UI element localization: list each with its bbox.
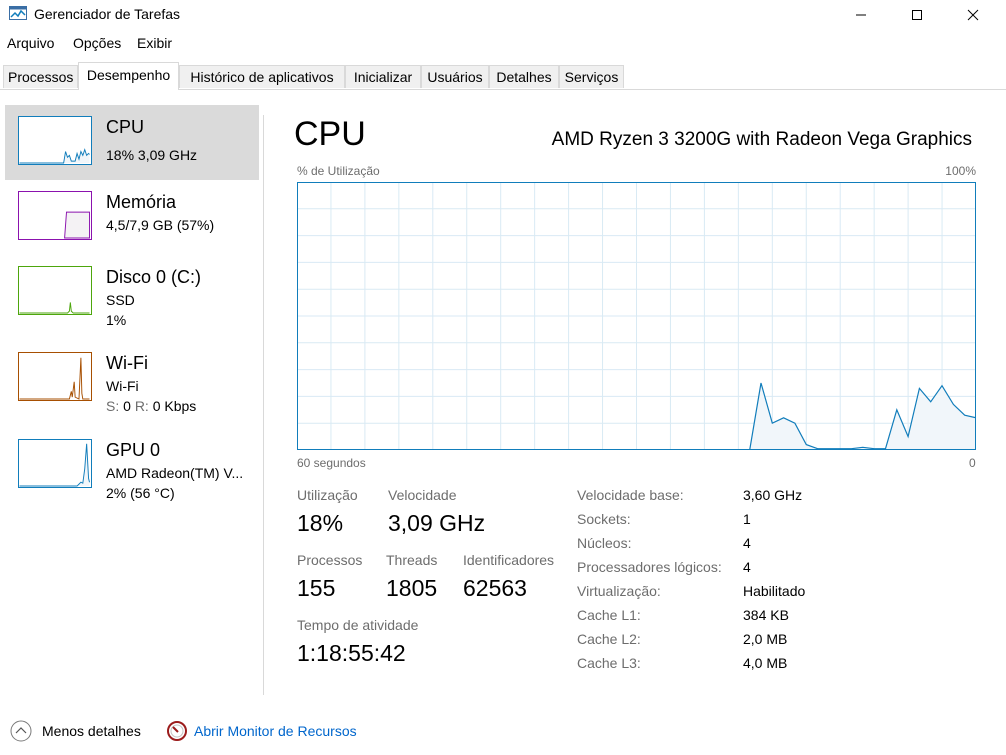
spec-value: 384 KB xyxy=(743,607,789,623)
handles-value: 62563 xyxy=(463,575,527,601)
disk-thumbnail-graph xyxy=(18,266,92,315)
maximize-icon xyxy=(912,10,922,20)
maximize-button[interactable] xyxy=(894,0,940,30)
spec-value: Habilitado xyxy=(743,583,806,599)
sidebar-gpu-model: AMD Radeon(TM) V... xyxy=(106,465,244,481)
memory-thumbnail-graph xyxy=(18,191,92,240)
sidebar-gpu-usage: 2% (56 °C) xyxy=(106,485,175,501)
tab-usuarios[interactable]: Usuários xyxy=(421,65,489,88)
sidebar-item-cpu[interactable]: CPU 18% 3,09 GHz xyxy=(5,105,259,180)
processes-value: 155 xyxy=(297,575,336,601)
tab-servicos[interactable]: Serviços xyxy=(559,65,624,88)
sidebar-disk-type: SSD xyxy=(106,292,135,308)
menu-exibir[interactable]: Exibir xyxy=(137,35,172,51)
spec-value: 4 xyxy=(743,535,751,551)
graph-x-end-label: 0 xyxy=(969,456,976,470)
menu-opcoes[interactable]: Opções xyxy=(73,35,121,51)
tab-processos[interactable]: Processos xyxy=(3,65,78,88)
spec-value: 2,0 MB xyxy=(743,631,788,647)
spec-label: Sockets: xyxy=(577,511,631,527)
minimize-button[interactable] xyxy=(838,0,884,30)
cpu-model-name: AMD Ryzen 3 3200G with Radeon Vega Graph… xyxy=(551,129,972,150)
title-bar: Gerenciador de Tarefas xyxy=(0,0,1006,30)
uptime-label: Tempo de atividade xyxy=(297,617,419,633)
sidebar-memory-title: Memória xyxy=(106,192,177,212)
less-details-label: Menos detalhes xyxy=(42,723,141,739)
sidebar-disk-title: Disco 0 (C:) xyxy=(106,267,202,287)
gpu-thumbnail-graph xyxy=(18,439,92,488)
sidebar-cpu-usage: 18% 3,09 GHz xyxy=(106,147,198,163)
resource-monitor-icon xyxy=(167,721,187,741)
spec-label: Virtualização: xyxy=(577,583,661,599)
spec-label: Cache L3: xyxy=(577,655,641,671)
wifi-thumbnail-graph xyxy=(18,352,92,401)
sidebar-wifi-title: Wi-Fi xyxy=(106,353,148,373)
sidebar-cpu-title: CPU xyxy=(106,117,145,137)
spec-label: Velocidade base: xyxy=(577,487,684,503)
spec-label: Cache L1: xyxy=(577,607,641,623)
graph-y-label: % de Utilização xyxy=(297,164,380,178)
tab-detalhes[interactable]: Detalhes xyxy=(489,65,559,88)
handles-label: Identificadores xyxy=(463,552,555,568)
chevron-up-icon xyxy=(10,720,32,742)
tab-bar: Processos Desempenho Histórico de aplica… xyxy=(0,62,1006,90)
cpu-thumbnail-graph xyxy=(18,116,92,165)
processes-label: Processos xyxy=(297,552,363,568)
uptime-value: 1:18:55:42 xyxy=(297,640,406,666)
resource-sidebar: CPU 18% 3,09 GHz Memória 4,5/7,9 GB (57%… xyxy=(0,100,262,700)
tab-inicializar[interactable]: Inicializar xyxy=(345,65,421,88)
open-resource-monitor-link[interactable]: Abrir Monitor de Recursos xyxy=(166,720,357,742)
graph-max-label: 100% xyxy=(945,164,976,178)
utilization-value: 18% xyxy=(297,510,344,536)
close-icon xyxy=(967,9,979,21)
page-title: CPU xyxy=(294,115,366,153)
sidebar-memory-usage: 4,5/7,9 GB (57%) xyxy=(106,217,215,233)
sidebar-item-memory[interactable]: Memória 4,5/7,9 GB (57%) xyxy=(5,180,259,255)
sidebar-item-disk[interactable]: Disco 0 (C:) SSD 1% xyxy=(5,255,259,330)
less-details-button[interactable]: Menos detalhes xyxy=(10,720,141,742)
resource-monitor-label: Abrir Monitor de Recursos xyxy=(194,723,357,739)
spec-value: 3,60 GHz xyxy=(743,487,803,503)
sidebar-item-wifi[interactable]: Wi-Fi Wi-Fi S: 0 R: 0 Kbps xyxy=(5,341,259,416)
spec-value: 1 xyxy=(743,511,751,527)
task-manager-icon xyxy=(9,6,27,20)
graph-x-start-label: 60 segundos xyxy=(297,456,366,470)
close-button[interactable] xyxy=(950,0,996,30)
menu-arquivo[interactable]: Arquivo xyxy=(7,35,54,51)
sidebar-wifi-adapter: Wi-Fi xyxy=(106,378,139,394)
minimize-icon xyxy=(856,14,866,16)
sidebar-item-gpu[interactable]: GPU 0 AMD Radeon(TM) V... 2% (56 °C) xyxy=(5,428,259,503)
spec-value: 4 xyxy=(743,559,751,575)
tab-desempenho[interactable]: Desempenho xyxy=(78,62,179,90)
threads-value: 1805 xyxy=(386,575,438,601)
tab-historico[interactable]: Histórico de aplicativos xyxy=(179,65,345,88)
spec-value: 4,0 MB xyxy=(743,655,788,671)
window-title: Gerenciador de Tarefas xyxy=(34,6,181,22)
sidebar-wifi-throughput: S: 0 R: 0 Kbps xyxy=(106,398,197,414)
spec-label: Cache L2: xyxy=(577,631,641,647)
spec-label: Núcleos: xyxy=(577,535,632,551)
utilization-label: Utilização xyxy=(297,487,358,503)
spec-label: Processadores lógicos: xyxy=(577,559,722,575)
sidebar-disk-usage: 1% xyxy=(106,312,127,328)
sidebar-gpu-title: GPU 0 xyxy=(106,440,161,460)
speed-label: Velocidade xyxy=(388,487,457,503)
cpu-usage-graph xyxy=(297,182,976,450)
sidebar-divider xyxy=(263,115,264,695)
speed-value: 3,09 GHz xyxy=(388,510,486,536)
threads-label: Threads xyxy=(386,552,438,568)
